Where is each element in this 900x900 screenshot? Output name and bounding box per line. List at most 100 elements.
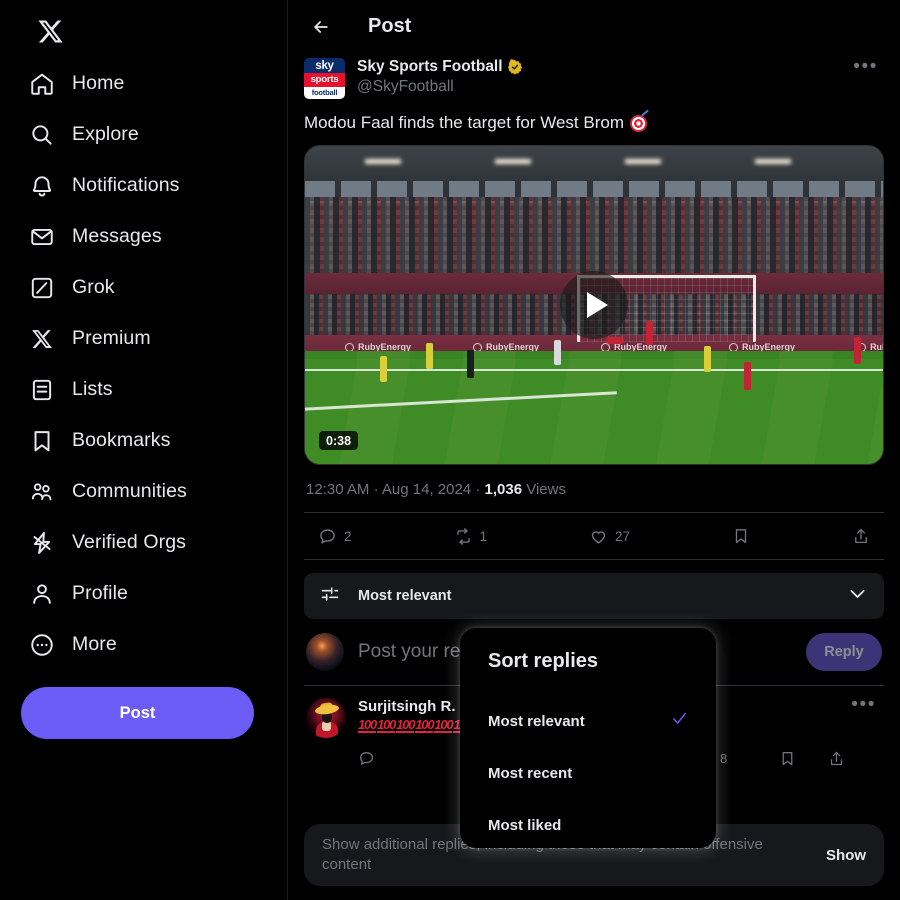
logo-row (20, 4, 287, 58)
sidebar-item-label: Profile (72, 582, 128, 604)
post-text: Modou Faal finds the target for West Bro… (304, 109, 884, 133)
back-button[interactable] (304, 10, 338, 44)
reply-action[interactable]: 2 (318, 527, 352, 546)
like-action[interactable]: 27 (589, 527, 630, 546)
player (646, 320, 654, 345)
views-count: 1,036 (484, 481, 523, 498)
reply-share-action[interactable] (828, 750, 845, 767)
sort-bar[interactable]: Most relevant (304, 573, 884, 619)
avatar-line-3: football (304, 86, 345, 99)
reply-author-name[interactable]: Surjitsingh R. . (358, 698, 464, 715)
sidebar-item-label: Home (72, 72, 125, 94)
video-player[interactable]: RubyEnergy RubyEnergy RubyEnergy RubyEne… (304, 145, 884, 465)
sidebar-item-label: Communities (72, 480, 187, 502)
author-names: Sky Sports Football @SkyFootball (357, 58, 847, 96)
post-header: sky sports football Sky Sports Football … (304, 53, 884, 99)
sidebar-item-grok[interactable]: Grok (20, 262, 129, 313)
reply-bookmark-action[interactable] (779, 750, 796, 767)
dropdown-item-label: Most recent (488, 764, 573, 782)
x-logo-icon[interactable] (28, 9, 72, 53)
avatar-line-2: sports (304, 73, 345, 87)
author-name-row: Sky Sports Football (357, 58, 847, 77)
meta-separator: · (373, 481, 379, 498)
reply-reply-action[interactable] (358, 750, 375, 767)
show-button[interactable]: Show (826, 847, 866, 864)
sidebar-item-label: Explore (72, 123, 139, 145)
bell-icon (28, 172, 55, 199)
sidebar-item-messages[interactable]: Messages (20, 211, 176, 262)
dropdown-item-most-liked[interactable]: Most liked (460, 799, 716, 848)
author-handle[interactable]: @SkyFootball (357, 78, 847, 97)
top-bar: Post (288, 0, 900, 53)
dropdown-title: Sort replies (488, 650, 599, 672)
x-icon (28, 325, 55, 352)
people-icon (28, 478, 55, 505)
crowd-upper (305, 196, 883, 274)
author-display-name[interactable]: Sky Sports Football (357, 58, 503, 77)
sidebar-item-label: Notifications (72, 174, 180, 196)
sidebar-item-premium[interactable]: Premium (20, 313, 165, 364)
share-action[interactable] (852, 527, 870, 545)
sort-bar-label: Most relevant (358, 588, 452, 604)
sidebar-item-label: More (72, 633, 117, 655)
player (553, 339, 561, 365)
dropdown-item-most-relevant[interactable]: Most relevant (460, 695, 716, 747)
repost-count: 1 (479, 528, 488, 544)
play-button[interactable] (560, 271, 628, 339)
x-post-page: Home Explore Notifications Messages Grok (0, 0, 900, 900)
reply-like-action[interactable]: 8 (720, 751, 727, 766)
sidebar-item-notifications[interactable]: Notifications (20, 160, 194, 211)
meta-separator: · (475, 481, 481, 498)
check-icon (671, 710, 688, 732)
player (426, 343, 434, 370)
sort-replies-dropdown: Sort replies Most relevant Most recent M… (460, 628, 716, 848)
stadium-lights (305, 158, 883, 164)
sidebar-item-label: Lists (72, 378, 113, 400)
avatar-line-1: sky (304, 58, 345, 74)
player (703, 346, 711, 373)
player-referee (466, 349, 474, 378)
post-meta: 12:30 AM · Aug 14, 2024 · 1,036 Views (304, 465, 884, 512)
sidebar-item-bookmarks[interactable]: Bookmarks (20, 415, 184, 466)
sidebar-item-explore[interactable]: Explore (20, 109, 153, 160)
sidebar-item-label: Verified Orgs (72, 531, 187, 553)
post-more-button[interactable]: ••• (847, 57, 884, 76)
sidebar-item-lists[interactable]: Lists (20, 364, 127, 415)
sidebar-item-profile[interactable]: Profile (20, 568, 142, 619)
sidebar: Home Explore Notifications Messages Grok (0, 0, 288, 900)
reply-more-button[interactable]: ••• (845, 695, 882, 775)
like-count: 27 (615, 528, 631, 544)
sidebar-item-communities[interactable]: Communities (20, 466, 201, 517)
sidebar-item-home[interactable]: Home (20, 58, 138, 109)
pitch (305, 359, 883, 464)
envelope-icon (28, 223, 55, 250)
reply-button[interactable]: Reply (806, 633, 882, 671)
bolt-icon (28, 529, 55, 556)
ellipsis-circle-icon (28, 631, 55, 658)
bookmark-icon (28, 427, 55, 454)
player-grounded (605, 336, 624, 344)
search-icon (28, 121, 55, 148)
dart-emoji (630, 109, 649, 132)
person-icon (28, 580, 55, 607)
sidebar-item-label: Bookmarks (72, 429, 171, 451)
post-button[interactable]: Post (21, 687, 254, 739)
post-actions: 2 1 27 (304, 512, 884, 560)
reply-avatar[interactable] (306, 698, 346, 738)
grok-icon (28, 274, 55, 301)
sidebar-item-label: Grok (72, 276, 115, 298)
post-time: 12:30 AM (306, 481, 370, 498)
sidebar-item-more[interactable]: More (20, 619, 131, 670)
current-user-avatar[interactable] (306, 633, 344, 671)
post-date: Aug 14, 2024 (381, 481, 472, 498)
dropdown-item-label: Most liked (488, 816, 562, 834)
sidebar-item-label: Premium (72, 327, 151, 349)
avatar[interactable]: sky sports football (304, 58, 345, 99)
dropdown-item-label: Most relevant (488, 712, 585, 730)
home-icon (28, 70, 55, 97)
dropdown-item-most-recent[interactable]: Most recent (460, 747, 716, 799)
repost-action[interactable]: 1 (454, 527, 488, 546)
chevron-down-icon[interactable] (847, 583, 868, 609)
sidebar-item-verified-orgs[interactable]: Verified Orgs (20, 517, 200, 568)
bookmark-action[interactable] (732, 527, 750, 545)
